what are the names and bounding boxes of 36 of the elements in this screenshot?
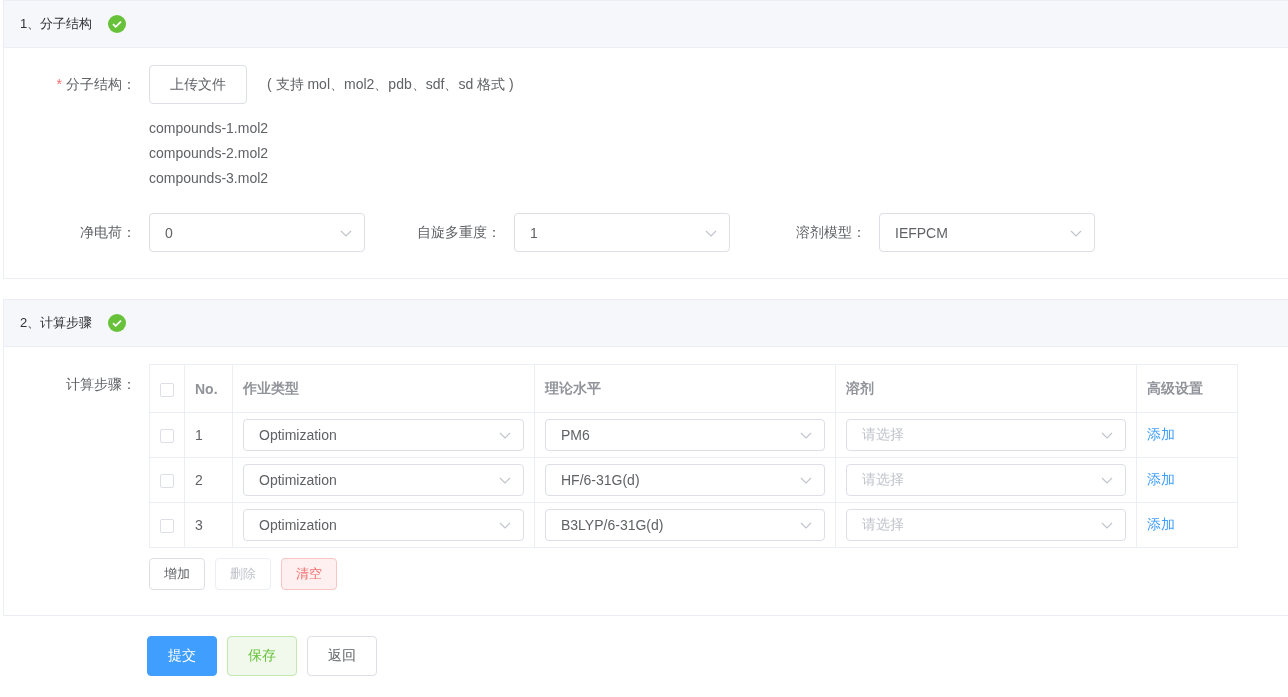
file-name: compounds-1.mol2 bbox=[149, 119, 270, 138]
select-field[interactable]: Optimization bbox=[243, 464, 524, 496]
table-cell: 2 bbox=[184, 457, 233, 503]
field-label: 分子结构： bbox=[66, 75, 136, 92]
form-button[interactable]: 返回 bbox=[307, 636, 377, 676]
section-title: 2、计算步骤 bbox=[20, 314, 93, 332]
column-header: 高级设置 bbox=[1136, 364, 1238, 413]
checkbox[interactable] bbox=[160, 519, 174, 534]
column-header: 溶剂 bbox=[835, 364, 1137, 413]
field-label: 自旋多重度： bbox=[416, 223, 502, 242]
file-name: compounds-3.mol2 bbox=[149, 169, 270, 188]
checkbox[interactable] bbox=[160, 382, 174, 397]
column-header: 理论水平 bbox=[534, 364, 836, 413]
select-field[interactable]: 1 bbox=[514, 213, 730, 252]
select-field[interactable]: 0 bbox=[149, 213, 365, 252]
select-field[interactable]: HF/6-31G(d) bbox=[545, 464, 825, 496]
required-mark: * bbox=[56, 75, 62, 92]
select-field[interactable]: PM6 bbox=[545, 419, 825, 451]
select-field[interactable]: Optimization bbox=[243, 419, 524, 451]
select-field[interactable]: B3LYP/6-31G(d) bbox=[545, 509, 825, 541]
field-label: 计算步骤： bbox=[65, 375, 137, 394]
table-cell: 1 bbox=[184, 412, 233, 458]
field-label: 净电荷： bbox=[79, 223, 137, 242]
column-header: No. bbox=[184, 364, 233, 413]
format-hint: ( 支持 mol、mol2、pdb、sdf、sd 格式 ) bbox=[267, 75, 514, 94]
file-name: compounds-2.mol2 bbox=[149, 144, 270, 163]
table-action-button[interactable]: 增加 bbox=[149, 558, 205, 590]
upload-button[interactable]: 上传文件 bbox=[149, 65, 247, 104]
section-title: 1、分子结构 bbox=[20, 15, 93, 33]
table-cell: 3 bbox=[184, 502, 233, 548]
select-field[interactable]: IEFPCM bbox=[879, 213, 1095, 252]
select-field[interactable]: Optimization bbox=[243, 509, 524, 541]
checkbox[interactable] bbox=[160, 429, 174, 444]
field-label: 溶剂模型： bbox=[795, 223, 867, 242]
column-header: 作业类型 bbox=[232, 364, 535, 413]
checkbox[interactable] bbox=[160, 474, 174, 489]
